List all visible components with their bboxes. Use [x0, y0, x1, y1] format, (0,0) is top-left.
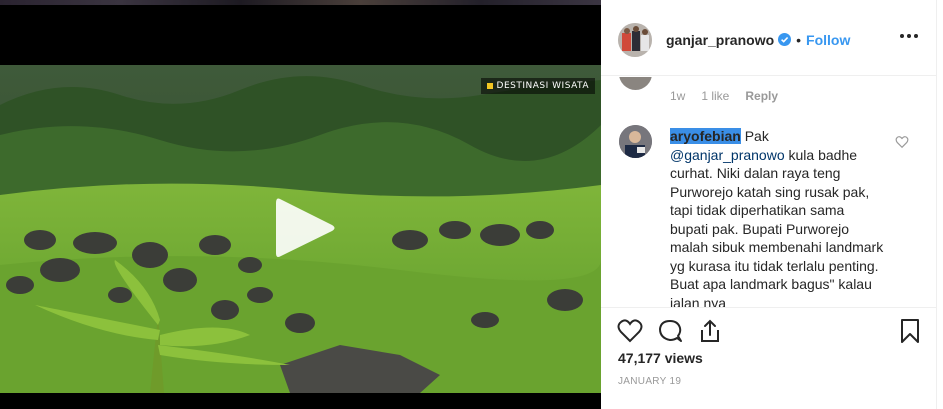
page-scrollbar-gutter [936, 0, 943, 409]
post-date[interactable]: JANUARY 19 [618, 376, 681, 387]
post-details-panel: ganjar_pranowo • Follow 1w 1 like Reply [601, 0, 936, 409]
comment-likes[interactable]: 1 like [701, 89, 729, 103]
comment-icon[interactable] [657, 318, 683, 344]
watermark-label: DESTINASI WISATA [480, 78, 595, 94]
more-options-icon[interactable] [900, 34, 918, 38]
more-dot [914, 34, 918, 38]
post-header: ganjar_pranowo • Follow [601, 4, 936, 76]
commenter-avatar[interactable] [619, 125, 652, 158]
avatar[interactable] [618, 22, 652, 57]
comment-text-after: kula badhe curhat. Niki dalan raya teng … [670, 146, 884, 308]
top-thumbnail-strip [0, 0, 601, 5]
action-bar [601, 307, 936, 351]
verified-badge-icon [778, 33, 792, 46]
comment-mention[interactable]: @ganjar_pranowo [670, 147, 785, 163]
view-count[interactable]: 47,177 views [618, 350, 703, 366]
header-separator: • [796, 31, 802, 48]
comments-list[interactable]: 1w 1 like Reply aryofebian Pak @ganjar_p… [601, 77, 936, 307]
watermark-dot-icon [486, 82, 493, 89]
post-username[interactable]: ganjar_pranowo [666, 32, 774, 48]
comment-text: aryofebian Pak @ganjar_pranowo kula badh… [670, 127, 885, 307]
heart-icon[interactable] [617, 318, 643, 344]
previous-comment-meta: 1w 1 like Reply [670, 89, 778, 103]
follow-button[interactable]: Follow [806, 32, 850, 48]
video-player[interactable]: DESTINASI WISATA [0, 0, 601, 409]
avatar-image [618, 22, 652, 57]
more-dot [900, 34, 904, 38]
commenter-avatar-image [619, 125, 652, 158]
comment-age: 1w [670, 89, 686, 103]
bookmark-icon[interactable] [897, 318, 923, 344]
play-icon[interactable] [270, 193, 340, 263]
heart-outline-icon[interactable] [895, 135, 909, 149]
comment-text-before: Pak [740, 128, 769, 144]
reply-button[interactable]: Reply [745, 89, 778, 103]
commenter-username[interactable]: aryofebian [670, 128, 741, 144]
share-icon[interactable] [697, 318, 723, 344]
watermark-text: DESTINASI WISATA [496, 81, 589, 91]
more-dot [907, 34, 911, 38]
previous-comment-avatar[interactable] [619, 77, 652, 90]
